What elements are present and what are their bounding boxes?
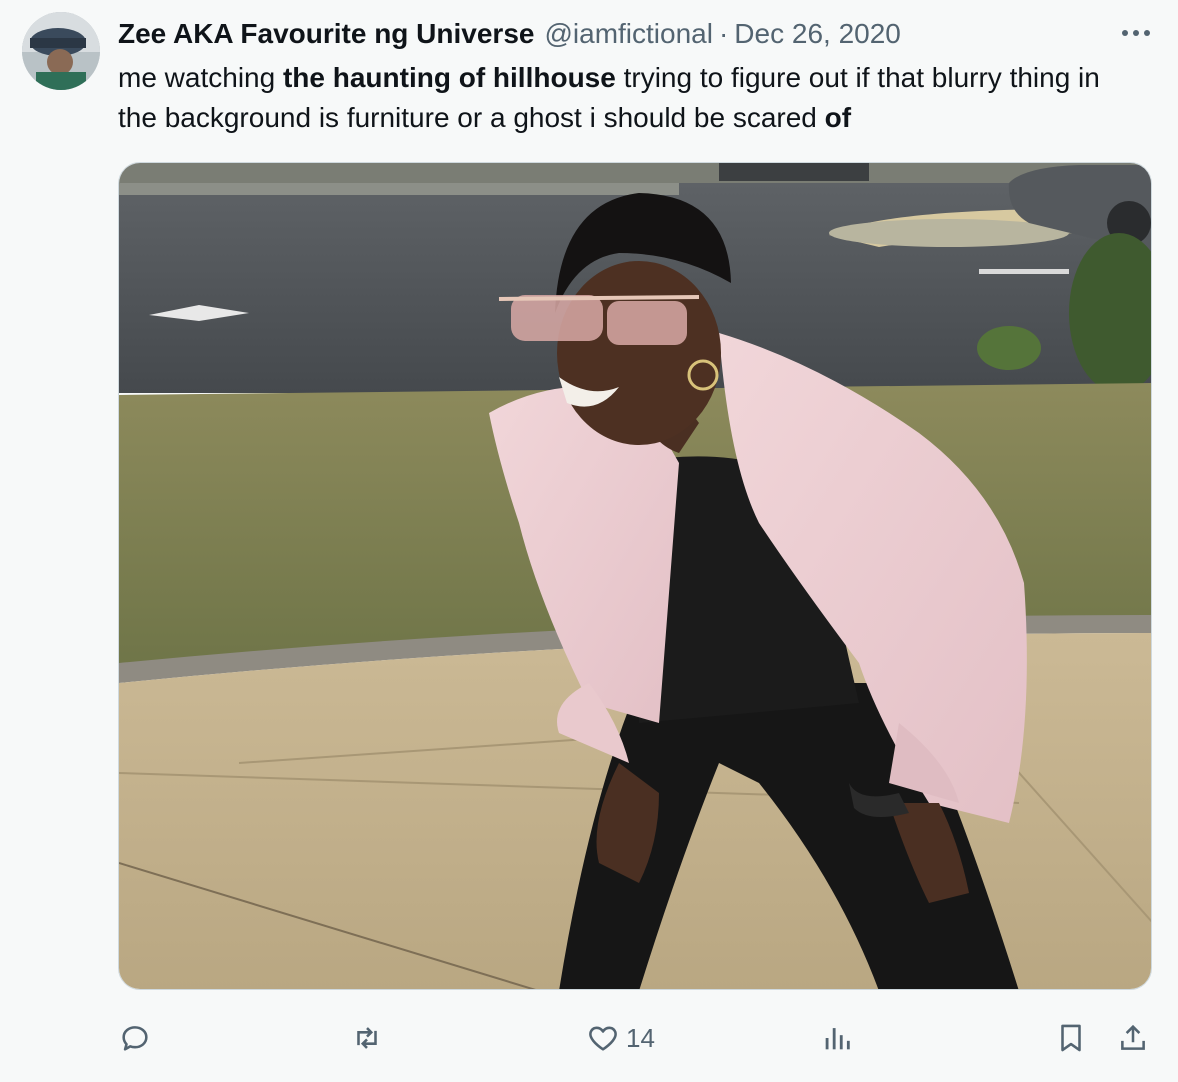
avatar-image — [22, 12, 100, 90]
retweet-button[interactable] — [350, 1010, 384, 1066]
share-icon — [1121, 1024, 1145, 1050]
tweet-text: me watching the haunting of hillhouse tr… — [118, 58, 1138, 138]
like-count: 14 — [626, 1022, 655, 1053]
views-icon — [825, 1028, 850, 1050]
like-button[interactable]: 14 — [586, 1010, 655, 1066]
tweet-date[interactable]: Dec 26, 2020 — [734, 18, 901, 50]
more-options-button[interactable] — [1116, 18, 1156, 48]
views-button[interactable] — [820, 1010, 854, 1066]
display-name[interactable]: Zee AKA Favourite ng Universe — [118, 18, 534, 50]
avatar[interactable] — [22, 12, 100, 90]
tweet-media-photo[interactable] — [118, 162, 1152, 990]
more-icon — [1122, 30, 1150, 36]
tweet-text-part-1: me watching — [118, 62, 283, 93]
retweet-icon — [357, 1027, 377, 1049]
reply-button[interactable] — [118, 1010, 152, 1066]
tweet-text-bold-title: the haunting of hillhouse — [282, 62, 616, 93]
tweet-text-bold-end: of — [824, 102, 852, 133]
bookmark-icon — [1061, 1024, 1081, 1052]
reply-icon — [122, 1026, 148, 1051]
tweet-action-bar: 14 — [0, 1010, 1178, 1066]
photo-illustration — [119, 163, 1151, 989]
heart-icon — [589, 1026, 617, 1051]
separator-dot: · — [718, 18, 729, 49]
bookmark-button[interactable] — [1054, 1010, 1088, 1066]
share-button[interactable] — [1116, 1010, 1150, 1066]
tweet-header: Zee AKA Favourite ng Universe @iamfictio… — [118, 16, 901, 52]
user-handle[interactable]: @iamfictional — [544, 18, 712, 50]
